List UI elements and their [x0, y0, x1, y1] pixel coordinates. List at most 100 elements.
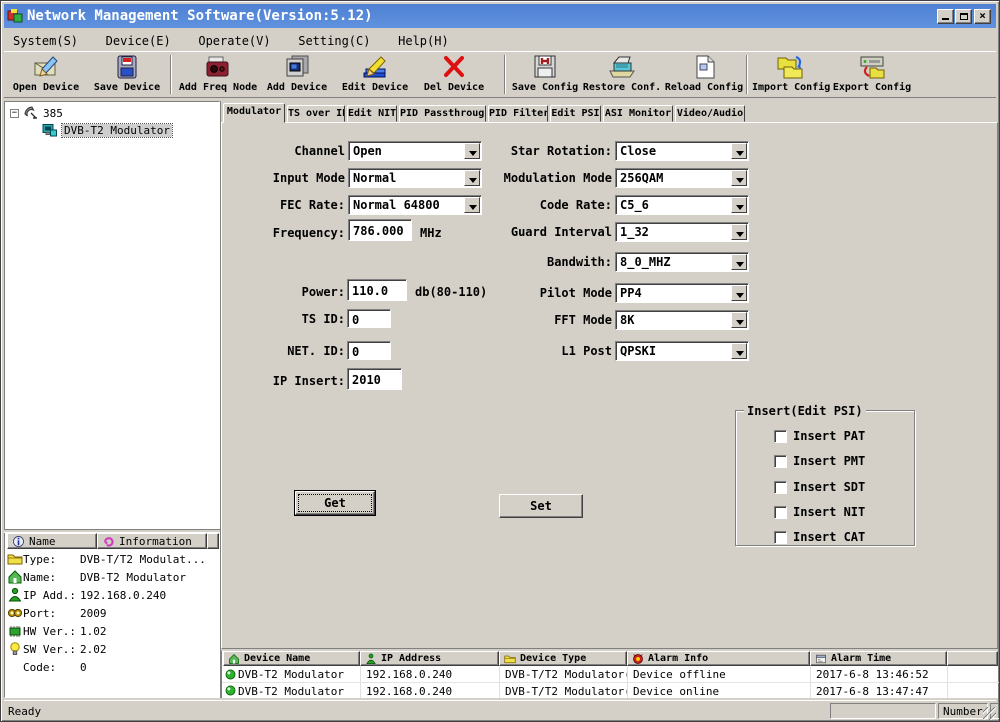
close-button[interactable]: × [974, 9, 991, 24]
menu-operate[interactable]: Operate(V) [189, 31, 279, 51]
add-freq-node-button[interactable]: Add Freq Node [176, 54, 260, 97]
info-header-information[interactable]: Information [97, 533, 207, 549]
status-message: Ready [8, 705, 41, 718]
insert-cat-checkbox[interactable] [774, 531, 787, 544]
fec-rate-label: FEC Rate: [245, 198, 345, 212]
ip-icon [365, 653, 377, 665]
save-device-button[interactable]: Save Device [90, 54, 164, 97]
statusbar: Ready Number [4, 700, 996, 720]
device-icon [228, 653, 240, 665]
chevron-down-icon[interactable] [731, 312, 747, 328]
info-header-name[interactable]: Name [7, 533, 97, 549]
edit-device-icon [338, 54, 412, 82]
insert-sdt-row: Insert SDT [774, 480, 865, 494]
col-device-name[interactable]: Device Name [223, 651, 360, 666]
code-rate-label: Code Rate: [490, 198, 612, 212]
add-device-button[interactable]: Add Device [264, 54, 330, 97]
tab-edit-psi[interactable]: Edit PSI [550, 105, 601, 122]
reload-config-button[interactable]: Reload Config [664, 54, 744, 97]
chevron-down-icon[interactable] [464, 197, 480, 213]
status-panel-number: Number [938, 703, 988, 719]
star-rotation-select[interactable]: Close [615, 141, 749, 161]
set-button[interactable]: Set [499, 494, 583, 518]
ts-id-input[interactable] [347, 309, 391, 328]
name-icon [7, 569, 23, 585]
titlebar: Network Management Software(Version:5.12… [4, 4, 996, 28]
info-header-stub [207, 533, 219, 549]
l1-post-label: L1 Post [490, 344, 612, 358]
col-device-type[interactable]: Device Type [499, 651, 627, 666]
resize-grip[interactable] [983, 707, 996, 720]
channel-select[interactable]: Open [348, 141, 482, 161]
l1-post-select[interactable]: QPSKI [615, 341, 749, 361]
input-mode-select[interactable]: Normal [348, 168, 482, 188]
insert-pmt-checkbox[interactable] [774, 455, 787, 468]
menu-help[interactable]: Help(H) [389, 31, 458, 51]
save-config-button[interactable]: Save Config [510, 54, 580, 97]
import-config-button[interactable]: Import Config [752, 54, 830, 97]
tree-expander-icon[interactable]: − [10, 109, 19, 118]
toolbar-separator [746, 55, 748, 94]
chevron-down-icon[interactable] [731, 285, 747, 301]
info-row-sw-ver: SW Ver.: 2.02 [5, 640, 219, 658]
pilot-mode-select[interactable]: PP4 [615, 283, 749, 303]
export-config-icon [832, 54, 912, 82]
modulation-mode-label: Modulation Mode [490, 171, 612, 185]
chevron-down-icon[interactable] [731, 343, 747, 359]
col-alarm-time[interactable]: Alarm Time [810, 651, 947, 666]
tab-edit-nit[interactable]: Edit NIT [347, 105, 397, 122]
chevron-down-icon[interactable] [731, 143, 747, 159]
export-config-button[interactable]: Export Config [832, 54, 912, 97]
guard-interval-select[interactable]: 1_32 [615, 222, 749, 242]
chevron-down-icon[interactable] [731, 224, 747, 240]
chevron-down-icon[interactable] [464, 143, 480, 159]
tree-node-modulator[interactable]: DVB-T2 Modulator [41, 122, 172, 138]
frequency-unit-label: MHz [420, 226, 442, 240]
get-button[interactable]: Get [295, 491, 375, 515]
fec-rate-select[interactable]: Normal 64800 [348, 195, 482, 215]
menu-setting[interactable]: Setting(C) [289, 31, 379, 51]
tab-asi-monitor[interactable]: ASI Monitor [603, 105, 673, 122]
info-icon [12, 535, 25, 548]
insert-nit-checkbox[interactable] [774, 506, 787, 519]
insert-pat-checkbox[interactable] [774, 430, 787, 443]
minimize-button[interactable] [937, 9, 954, 24]
power-input[interactable] [347, 279, 407, 301]
tab-ts-over-ip[interactable]: TS over IP [287, 105, 345, 122]
code-rate-select[interactable]: C5_6 [615, 195, 749, 215]
tab-video-audio[interactable]: Video/Audio [675, 105, 745, 122]
chevron-down-icon[interactable] [731, 254, 747, 270]
chevron-down-icon[interactable] [731, 197, 747, 213]
net-id-label: NET. ID: [245, 344, 345, 358]
maximize-button[interactable] [955, 9, 972, 24]
frequency-input[interactable] [348, 219, 412, 241]
col-empty [947, 651, 998, 666]
net-id-input[interactable] [347, 341, 391, 360]
status-panel-empty [830, 703, 936, 719]
modulation-mode-select[interactable]: 256QAM [615, 168, 749, 188]
chevron-down-icon[interactable] [731, 170, 747, 186]
restore-config-button[interactable]: Restore Conf. [582, 54, 662, 97]
insert-sdt-checkbox[interactable] [774, 481, 787, 494]
tab-pid-filter[interactable]: PID Filter [488, 105, 548, 122]
ip-insert-input[interactable] [347, 368, 402, 390]
col-ip-address[interactable]: IP Address [360, 651, 499, 666]
toolbar: Open Device Save Device Add Freq Node Ad… [4, 51, 996, 98]
power-range-label: db(80-110) [415, 285, 487, 299]
del-device-button[interactable]: Del Device [418, 54, 490, 97]
tab-modulator[interactable]: Modulator [223, 103, 285, 123]
window-title: Network Management Software(Version:5.12… [27, 8, 373, 24]
tab-pid-passthrough[interactable]: PID Passthrough [399, 105, 486, 122]
tree-child-label: DVB-T2 Modulator [62, 124, 172, 137]
chevron-down-icon[interactable] [464, 170, 480, 186]
fft-mode-select[interactable]: 8K [615, 310, 749, 330]
insert-cat-row: Insert CAT [774, 530, 865, 544]
open-device-button[interactable]: Open Device [10, 54, 82, 97]
menu-device[interactable]: Device(E) [97, 31, 180, 51]
edit-device-button[interactable]: Edit Device [338, 54, 412, 97]
bandwidth-select[interactable]: 8_0_MHZ [615, 252, 749, 272]
menu-system[interactable]: System(S) [4, 31, 87, 51]
col-alarm-info[interactable]: Alarm Info [627, 651, 810, 666]
tree-node-root[interactable]: − 385 [10, 105, 63, 121]
frequency-label: Frequency: [245, 226, 345, 240]
